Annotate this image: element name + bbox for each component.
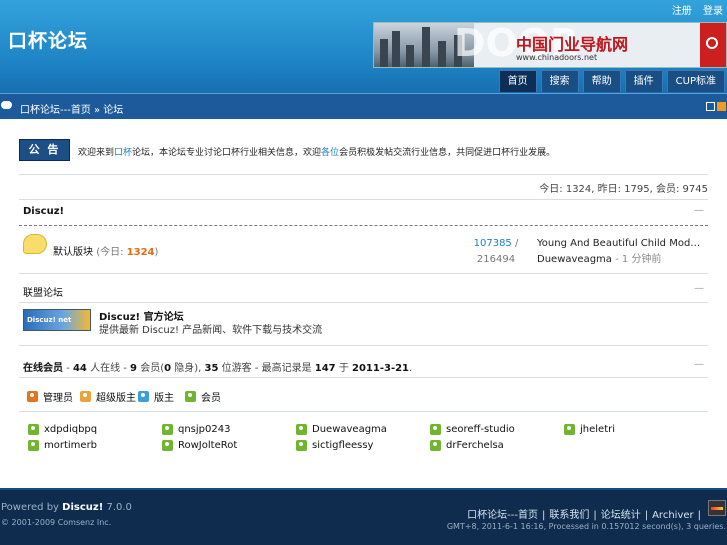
login-link[interactable]: 登录 xyxy=(703,6,723,17)
discuz-logo[interactable]: Discuz! net xyxy=(23,309,91,331)
member-user-icon xyxy=(296,440,307,451)
forum-stats: 今日: 1324, 昨日: 1795, 会员: 9745 xyxy=(539,184,708,195)
discuz-brand-link[interactable]: Discuz! xyxy=(62,502,103,513)
online-summary: 在线会员 - 44 人在线 - 9 会员(0 隐身), 35 位游客 - 最高记… xyxy=(23,363,413,374)
top-links: 注册 登录 xyxy=(664,2,723,17)
tab-home[interactable]: 首页 xyxy=(498,70,537,92)
site-header: 口杯论坛 注册 登录 DOOR 中国门业导航网 www.chinadoors.n… xyxy=(0,0,727,93)
online-user[interactable]: jheletri xyxy=(564,424,615,435)
banner-title: 中国门业导航网 xyxy=(516,35,629,54)
announcement-button[interactable]: 公 告 xyxy=(19,139,70,161)
footer-contact-link[interactable]: 联系我们 xyxy=(549,510,589,521)
tab-help[interactable]: 帮助 xyxy=(582,70,621,92)
member-user-icon xyxy=(185,391,196,402)
divider xyxy=(19,411,708,412)
divider xyxy=(19,199,708,200)
online-user[interactable]: mortimerb xyxy=(28,440,97,451)
online-user[interactable]: qnsjp0243 xyxy=(162,424,230,435)
forum-status-icon xyxy=(23,234,47,254)
member-user-icon xyxy=(564,424,575,435)
tab-search[interactable]: 搜索 xyxy=(540,70,579,92)
footer-stats-link[interactable]: 论坛统计 xyxy=(601,510,641,521)
divider xyxy=(19,302,708,303)
copyright: © 2001-2009 Comsenz Inc. xyxy=(1,518,112,527)
breadcrumb-bar: 口杯论坛---首页 » 论坛 xyxy=(0,93,727,119)
last-post-time: - 1 分钟前 xyxy=(615,254,662,265)
legend-mod: 版主 xyxy=(138,389,174,404)
forum-last-post: Young And Beautiful Child Mode ... Duewa… xyxy=(537,236,705,268)
legend-super-mod: 超级版主 xyxy=(80,389,136,404)
register-link[interactable]: 注册 xyxy=(672,6,692,17)
layout-toggle-icon[interactable] xyxy=(706,102,715,111)
member-user-icon xyxy=(430,440,441,451)
footer-links: 口杯论坛---首页 | 联系我们 | 论坛统计 | Archiver | xyxy=(467,510,701,521)
online-label[interactable]: 在线会员 xyxy=(23,363,63,374)
footer-info: GMT+8, 2011-6-1 16:16, Processed in 0.15… xyxy=(446,522,726,531)
divider xyxy=(19,225,708,226)
online-user[interactable]: Duewaveagma xyxy=(296,424,387,435)
forum-group-title[interactable]: Discuz! xyxy=(23,206,64,217)
last-post-author[interactable]: Duewaveagma xyxy=(537,254,612,265)
collapse-icon[interactable]: — xyxy=(694,205,704,216)
forum-thread-count[interactable]: 107385 xyxy=(474,238,512,249)
tab-cup-standard[interactable]: CUP标准 xyxy=(666,70,725,92)
divider xyxy=(19,377,708,378)
forum-post-count: 216494 xyxy=(476,254,516,265)
announcement-text: 欢迎来到口杯论坛，本论坛专业讨论口杯行业相关信息，欢迎各位会员积极发帖交流行业信… xyxy=(78,148,556,158)
site-footer: Powered by Discuz! 7.0.0 © 2001-2009 Com… xyxy=(0,488,727,545)
online-user[interactable]: seoreff-studio xyxy=(430,424,515,435)
powered-by: Powered by Discuz! 7.0.0 xyxy=(1,502,132,513)
online-user[interactable]: RowJolteRot xyxy=(162,440,237,451)
online-user[interactable]: sictigfleessy xyxy=(296,440,373,451)
member-user-icon xyxy=(28,440,39,451)
last-post-link[interactable]: Young And Beautiful Child Mode ... xyxy=(537,236,705,252)
chat-bubble-icon xyxy=(1,101,12,109)
forum-name-link[interactable]: 默认版块 xyxy=(53,247,93,258)
member-user-icon xyxy=(430,424,441,435)
forum-today-count: 1324 xyxy=(126,247,155,258)
member-user-icon xyxy=(162,424,173,435)
site-logo[interactable]: 口杯论坛 xyxy=(8,26,88,53)
member-user-icon xyxy=(28,424,39,435)
announcement-link[interactable]: 口杯 xyxy=(114,148,132,158)
supermod-user-icon xyxy=(80,391,91,402)
footer-home-link[interactable]: 口杯论坛---首页 xyxy=(467,510,538,521)
main-nav: 首页 搜索 帮助 插件 CUP标准 xyxy=(495,70,725,92)
stats-badge-icon[interactable] xyxy=(708,500,726,516)
banner-emblem-icon xyxy=(700,23,726,67)
legend-member: 会员 xyxy=(185,389,221,404)
tab-plugins[interactable]: 插件 xyxy=(624,70,663,92)
links-title: 联盟论坛 xyxy=(23,288,63,299)
forum-counts: 107385 / 216494 xyxy=(473,238,519,265)
online-user[interactable]: xdpdiqbpq xyxy=(28,424,97,435)
mod-user-icon xyxy=(138,391,149,402)
footer-archiver-link[interactable]: Archiver xyxy=(652,510,694,521)
ad-banner[interactable]: DOOR 中国门业导航网 www.chinadoors.net xyxy=(373,22,727,68)
breadcrumb[interactable]: 口杯论坛---首页 » 论坛 xyxy=(20,101,123,116)
legend-admin: 管理员 xyxy=(27,389,73,404)
member-user-icon xyxy=(162,440,173,451)
link-site-desc: 提供最新 Discuz! 产品新闻、软件下载与技术交流 xyxy=(99,325,323,336)
online-user[interactable]: drFerchelsa xyxy=(430,440,504,451)
forum-row: 默认版块 (今日: 1324) xyxy=(53,247,159,258)
divider xyxy=(19,174,708,175)
divider xyxy=(19,273,708,274)
announcement-link-2[interactable]: 各位 xyxy=(321,148,339,158)
member-user-icon xyxy=(296,424,307,435)
divider xyxy=(19,345,708,346)
admin-user-icon xyxy=(27,391,38,402)
style-switch-icon[interactable] xyxy=(717,102,726,111)
collapse-icon[interactable]: — xyxy=(694,359,704,370)
banner-url: www.chinadoors.net xyxy=(516,53,598,62)
collapse-icon[interactable]: — xyxy=(694,283,704,294)
